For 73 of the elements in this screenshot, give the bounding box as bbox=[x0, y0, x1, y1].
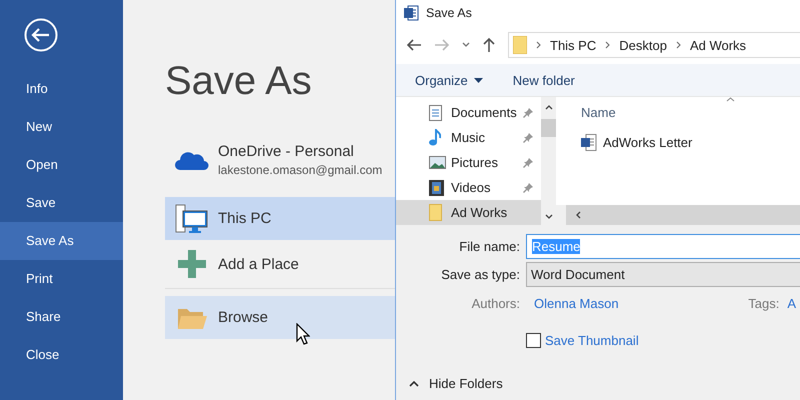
chevron-right-icon bbox=[536, 41, 541, 49]
computer-icon bbox=[174, 204, 208, 234]
chevron-up-icon bbox=[409, 380, 419, 386]
document-icon bbox=[404, 5, 419, 21]
pin-icon bbox=[523, 132, 533, 142]
place-label: Browse bbox=[218, 309, 268, 326]
plus-icon bbox=[178, 250, 206, 278]
folder-icon bbox=[429, 204, 442, 221]
checkbox[interactable] bbox=[526, 333, 541, 348]
place-label: This PC bbox=[218, 210, 272, 227]
music-note-icon bbox=[429, 129, 441, 146]
column-header[interactable]: Name bbox=[581, 104, 616, 120]
sidebar-item[interactable]: Open bbox=[0, 146, 123, 184]
field-label: File name: bbox=[458, 239, 521, 254]
pin-icon bbox=[523, 108, 533, 118]
nav-item[interactable]: Ad Works bbox=[396, 200, 541, 225]
sidebar-item[interactable]: Save bbox=[0, 184, 123, 222]
nav-item[interactable]: Music bbox=[396, 125, 541, 150]
address-bar[interactable]: This PC Desktop Ad Works bbox=[508, 32, 800, 58]
chevron-right-icon bbox=[605, 41, 610, 49]
chevron-right-icon bbox=[676, 41, 681, 49]
breadcrumb-item[interactable]: Desktop bbox=[619, 38, 667, 52]
horizontal-scrollbar[interactable] bbox=[556, 205, 800, 225]
vertical-scrollbar[interactable] bbox=[541, 97, 556, 225]
nav-item[interactable]: Pictures bbox=[396, 150, 541, 175]
field-label: Save as type: bbox=[440, 267, 521, 282]
scroll-down-icon[interactable] bbox=[544, 214, 552, 219]
nav-item[interactable]: Videos bbox=[396, 175, 541, 200]
pin-icon bbox=[523, 182, 533, 192]
film-icon bbox=[429, 180, 444, 196]
sort-caret-icon bbox=[726, 97, 735, 102]
toolbar-button[interactable]: New folder bbox=[512, 72, 575, 88]
file-item[interactable]: AdWorks Letter bbox=[581, 130, 800, 155]
sidebar-item[interactable]: Close bbox=[0, 336, 123, 374]
cursor-icon bbox=[296, 323, 310, 345]
document-icon bbox=[429, 104, 442, 120]
scroll-left-icon[interactable] bbox=[576, 211, 581, 219]
sidebar-item[interactable]: New bbox=[0, 108, 123, 146]
folder-icon bbox=[513, 36, 527, 54]
place-label: Add a Place bbox=[218, 256, 299, 272]
sidebar-item[interactable]: Share bbox=[0, 298, 123, 336]
account-email: lakestone.omason@gmail.com bbox=[218, 162, 382, 176]
chevron-down-icon[interactable] bbox=[462, 42, 470, 48]
sidebar-item[interactable]: Print bbox=[0, 260, 123, 298]
nav-item[interactable]: Documents bbox=[396, 100, 541, 125]
place-item[interactable]: This PC bbox=[165, 197, 395, 240]
field-label: Authors: bbox=[470, 296, 521, 311]
place-item[interactable]: Add a Place bbox=[165, 240, 395, 289]
breadcrumb-item[interactable]: Ad Works bbox=[690, 38, 746, 52]
authors-value[interactable]: Olenna Mason bbox=[534, 296, 619, 311]
scroll-up-icon[interactable] bbox=[544, 105, 552, 110]
place-item[interactable]: OneDrive - Personal lakestone.omason@gmail.com bbox=[165, 132, 395, 187]
checkbox-label[interactable]: Save Thumbnail bbox=[545, 333, 639, 348]
place-label: OneDrive - Personal bbox=[218, 142, 355, 160]
back-arrow-icon[interactable] bbox=[406, 38, 422, 52]
document-icon bbox=[581, 134, 597, 151]
dropdown-caret-icon bbox=[474, 78, 483, 82]
dialog-title: Save As bbox=[426, 6, 472, 20]
field-label: Tags: bbox=[748, 296, 780, 311]
file-type-dropdown[interactable]: Word Document bbox=[526, 262, 800, 287]
back-icon[interactable] bbox=[24, 18, 58, 52]
folder-icon bbox=[176, 306, 206, 328]
scrollbar-thumb[interactable] bbox=[541, 119, 556, 137]
tags-value[interactable]: A bbox=[787, 296, 796, 311]
toolbar-button[interactable]: Organize bbox=[415, 72, 483, 88]
pin-icon bbox=[523, 158, 533, 168]
sidebar-item[interactable]: Info bbox=[0, 70, 123, 108]
breadcrumb-item[interactable]: This PC bbox=[550, 38, 596, 52]
sidebar-item[interactable]: Save As bbox=[0, 222, 123, 260]
landscape-icon bbox=[429, 156, 446, 169]
page-title: Save As bbox=[165, 58, 313, 105]
hide-folders-button[interactable]: Hide Folders bbox=[409, 376, 800, 391]
up-arrow-icon[interactable] bbox=[482, 37, 496, 53]
